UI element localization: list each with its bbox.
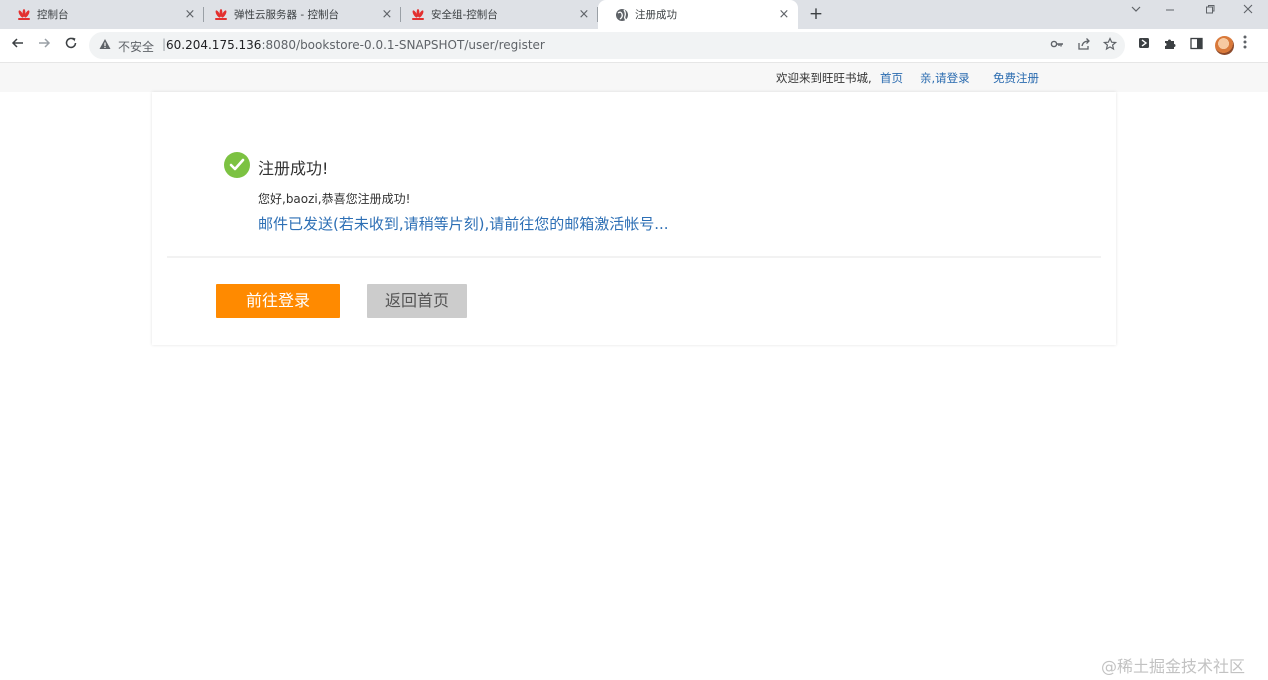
tab-register-success[interactable]: 注册成功 × [598,0,798,29]
address-bar[interactable]: 不安全 | 60.204.175.136:8080/bookstore-0.0.… [89,32,1125,59]
close-window-icon[interactable] [1238,3,1258,18]
huawei-logo-icon [18,8,30,20]
url-host: 60.204.175.136 [166,38,262,52]
success-title: 注册成功! [258,159,329,178]
huawei-logo-icon [412,8,424,20]
close-tab-icon[interactable]: × [576,7,592,22]
tab-label: 注册成功 [635,9,677,21]
extension-shortcut-icon[interactable] [1136,37,1152,54]
register-link[interactable]: 免费注册 [993,70,1039,86]
tab-console[interactable]: 控制台 × [0,0,204,29]
tab-label: 弹性云服务器 - 控制台 [234,9,339,21]
new-tab-button[interactable]: + [806,4,826,24]
restore-window-icon[interactable] [1200,3,1220,18]
huawei-logo-icon [215,8,227,20]
close-tab-icon[interactable]: × [776,7,792,22]
back-arrow-icon[interactable] [8,35,28,55]
url-path: :8080/bookstore-0.0.1-SNAPSHOT/user/regi… [261,38,545,52]
home-link[interactable]: 首页 [880,70,903,86]
globe-icon [616,8,628,21]
email-sent-notice: 邮件已发送(若未收到,请稍等片刻),请前往您的邮箱激活帐号... [258,215,669,233]
login-link[interactable]: 亲,请登录 [920,70,970,86]
go-login-button[interactable]: 前往登录 [216,284,340,318]
profile-avatar[interactable] [1215,36,1234,55]
not-secure-label[interactable]: 不安全 [118,38,154,55]
reload-icon[interactable] [61,35,81,55]
welcome-text: 欢迎来到旺旺书城, [776,71,872,85]
forward-arrow-icon[interactable] [34,35,54,55]
tab-search-chevron-icon[interactable] [1126,3,1146,18]
warning-triangle-icon[interactable] [99,38,111,53]
url-text[interactable]: 60.204.175.136:8080/bookstore-0.0.1-SNAP… [166,38,545,52]
close-tab-icon[interactable]: × [379,7,395,22]
key-icon[interactable] [1049,37,1065,54]
share-icon[interactable] [1076,37,1092,54]
more-menu-icon[interactable] [1243,35,1247,53]
minimize-window-icon[interactable] [1160,3,1180,18]
success-check-icon [224,152,250,178]
tab-ecs-console[interactable]: 弹性云服务器 - 控制台 × [197,0,401,29]
back-home-button[interactable]: 返回首页 [367,284,467,318]
side-panel-icon[interactable] [1188,37,1204,55]
browser-toolbar: 不安全 | 60.204.175.136:8080/bookstore-0.0.… [0,29,1268,63]
puzzle-extensions-icon[interactable] [1162,37,1178,56]
tab-security-group[interactable]: 安全组-控制台 × [394,0,598,29]
tab-label: 安全组-控制台 [431,9,498,21]
site-top-bar: 欢迎来到旺旺书城, 首页 亲,请登录 免费注册 [0,63,1268,92]
greeting-text: 您好,baozi,恭喜您注册成功! [258,192,411,206]
close-tab-icon[interactable]: × [182,7,198,22]
bookmark-star-icon[interactable] [1102,37,1118,54]
divider [167,256,1101,258]
tab-label: 控制台 [37,9,69,21]
register-success-card: 注册成功! 您好,baozi,恭喜您注册成功! 邮件已发送(若未收到,请稍等片刻… [152,92,1116,345]
browser-tab-strip: 控制台 × 弹性云服务器 - 控制台 × 安全组-控制台 × 注册成功 × + [0,0,1268,29]
watermark-text: @稀土掘金技术社区 [1101,657,1246,676]
